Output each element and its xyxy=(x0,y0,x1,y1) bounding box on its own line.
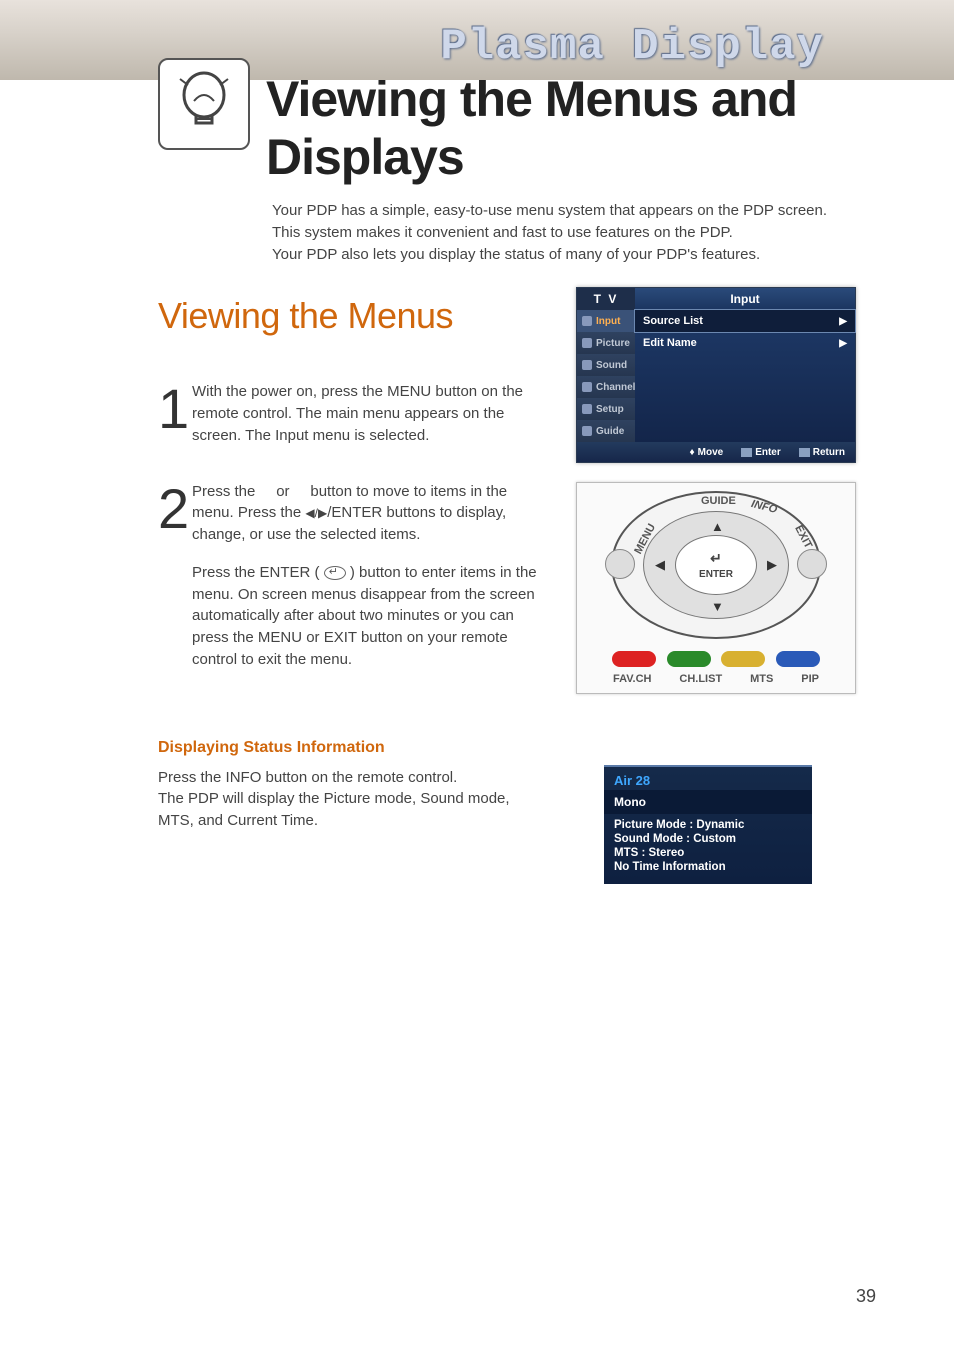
osd-side-input: Input xyxy=(577,310,635,332)
remote-menu-button xyxy=(605,549,635,579)
osd-footer-return: Return xyxy=(799,447,845,458)
step-text: With the power on, press the MENU button… xyxy=(192,381,552,446)
left-arrow-icon: ◀ xyxy=(655,557,665,573)
remote-guide-label: GUIDE xyxy=(701,495,736,507)
right-arrow-icon: ▶ xyxy=(839,338,847,349)
picture-icon xyxy=(582,338,592,348)
step-text: Press the or button to move to items in … xyxy=(192,481,552,671)
yellow-button xyxy=(721,651,765,667)
header-banner: Plasma Display xyxy=(0,0,954,80)
status-line: MTS, and Current Time. xyxy=(158,810,538,832)
remote-enter-label: ENTER xyxy=(699,569,733,580)
remote-bottom-labels: FAV.CH CH.LIST MTS PIP xyxy=(577,673,855,685)
intro-line: This system makes it convenient and fast… xyxy=(272,222,954,244)
setup-icon xyxy=(582,404,592,414)
status-time: No Time Information xyxy=(604,860,812,874)
remote-mts-label: MTS xyxy=(750,673,773,685)
move-icon: ♦ xyxy=(690,447,695,458)
step-number: 1 xyxy=(158,387,192,432)
osd-side-label: Input xyxy=(596,316,620,327)
intro-line: Your PDP also lets you display the statu… xyxy=(272,244,954,266)
osd-tv-label: T V xyxy=(577,288,635,310)
left-right-arrows: ◀/▶ xyxy=(305,507,327,519)
blue-button xyxy=(776,651,820,667)
enter-oval-icon xyxy=(324,566,346,580)
input-icon xyxy=(582,316,592,326)
lightbulb-icon xyxy=(174,69,234,139)
status-heading: Displaying Status Information xyxy=(158,739,954,757)
osd-side-label: Setup xyxy=(596,404,624,415)
status-line: The PDP will display the Picture mode, S… xyxy=(158,788,538,810)
status-sound-mode: Sound Mode : Custom xyxy=(604,832,812,846)
red-button xyxy=(612,651,656,667)
status-line: Press the INFO button on the remote cont… xyxy=(158,767,538,789)
status-mono: Mono xyxy=(604,790,812,814)
osd-side-sound: Sound xyxy=(577,354,635,376)
osd-sidebar: Input Picture Sound Channel Setup Guide xyxy=(577,310,635,442)
osd-side-channel: Channel xyxy=(577,376,635,398)
status-osd-figure: Air 28 Mono Picture Mode : Dynamic Sound… xyxy=(604,765,812,884)
bulb-icon-box xyxy=(158,58,250,150)
osd-row-label: Source List xyxy=(643,315,703,327)
intro-line: Your PDP has a simple, easy-to-use menu … xyxy=(272,200,954,222)
osd-side-picture: Picture xyxy=(577,332,635,354)
page-title: Viewing the Menus and Displays xyxy=(266,70,954,186)
osd-side-label: Picture xyxy=(596,338,630,349)
guide-icon xyxy=(582,426,592,436)
enter-symbol-icon: ↵ xyxy=(710,550,722,567)
osd-menu-figure: T V Input Input Picture Sound Channel Se… xyxy=(576,287,856,463)
osd-footer: ♦Move Enter Return xyxy=(577,442,855,462)
osd-row-source-list: Source List ▶ xyxy=(635,310,855,332)
green-button xyxy=(667,651,711,667)
enter-icon xyxy=(741,448,752,457)
osd-side-label: Guide xyxy=(596,426,624,437)
title-row: Viewing the Menus and Displays xyxy=(0,78,954,186)
osd-main-panel: Source List ▶ Edit Name ▶ xyxy=(635,310,855,442)
remote-exit-button xyxy=(797,549,827,579)
right-arrow-icon: ▶ xyxy=(839,316,847,327)
osd-row-edit-name: Edit Name ▶ xyxy=(635,332,855,354)
remote-color-buttons xyxy=(577,651,855,667)
return-icon xyxy=(799,448,810,457)
remote-enter-button: ↵ ENTER xyxy=(675,535,757,595)
down-arrow-icon: ▼ xyxy=(711,599,724,614)
remote-chlist-label: CH.LIST xyxy=(679,673,722,685)
osd-footer-move: ♦Move xyxy=(690,447,724,458)
up-arrow-icon: ▲ xyxy=(711,519,724,534)
osd-row-label: Edit Name xyxy=(643,337,697,349)
step2-text: Press the ENTER ( xyxy=(192,564,324,581)
remote-pip-label: PIP xyxy=(801,673,819,685)
status-text: Press the INFO button on the remote cont… xyxy=(158,767,538,832)
status-channel: Air 28 xyxy=(604,767,812,790)
sound-icon xyxy=(582,360,592,370)
remote-control-figure: ↵ ENTER GUIDE INFO MENU EXIT ▲ ▼ ◀ ▶ FAV… xyxy=(576,482,856,694)
osd-side-guide: Guide xyxy=(577,420,635,442)
intro-text: Your PDP has a simple, easy-to-use menu … xyxy=(272,200,954,265)
osd-side-label: Channel xyxy=(596,382,635,393)
page-number: 39 xyxy=(856,1286,876,1307)
osd-side-setup: Setup xyxy=(577,398,635,420)
status-mts: MTS : Stereo xyxy=(604,846,812,860)
product-line-text: Plasma Display xyxy=(440,22,824,72)
channel-icon xyxy=(582,382,592,392)
status-picture-mode: Picture Mode : Dynamic xyxy=(604,818,812,832)
osd-side-label: Sound xyxy=(596,360,627,371)
right-arrow-icon: ▶ xyxy=(767,557,777,573)
osd-footer-enter: Enter xyxy=(741,447,781,458)
osd-title: Input xyxy=(635,288,855,310)
remote-favch-label: FAV.CH xyxy=(613,673,652,685)
step-number: 2 xyxy=(158,487,192,532)
